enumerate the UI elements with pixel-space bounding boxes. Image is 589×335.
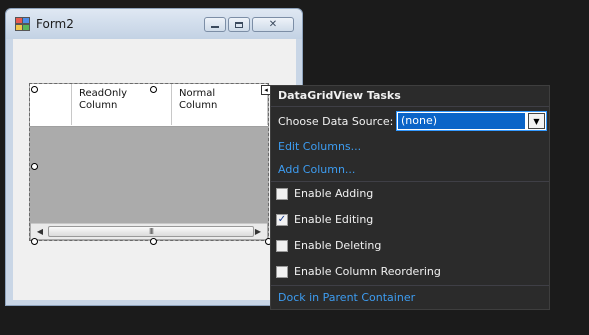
resize-handle[interactable]	[31, 86, 38, 93]
caption-buttons: ✕	[204, 17, 294, 32]
data-grid-view[interactable]: ReadOnly Column Normal Column ◀ III ▶	[29, 83, 269, 241]
maximize-button[interactable]	[228, 17, 250, 32]
checkbox-box[interactable]	[276, 187, 288, 200]
form-title: Form2	[36, 17, 74, 31]
enable-adding-checkbox[interactable]: Enable Adding	[276, 187, 373, 200]
tasks-panel-title: DataGridView Tasks	[278, 89, 401, 102]
checkbox-label: Enable Column Reordering	[294, 265, 441, 278]
checkbox-box[interactable]	[276, 265, 288, 278]
horizontal-scrollbar[interactable]: ◀ III ▶	[31, 223, 267, 239]
column-header-label: Normal	[179, 88, 216, 99]
scroll-right-icon[interactable]: ▶	[251, 224, 265, 239]
column-header-label: Column	[179, 100, 218, 111]
dock-in-parent-link[interactable]: Dock in Parent Container	[278, 291, 415, 304]
enable-column-reordering-checkbox[interactable]: Enable Column Reordering	[276, 265, 441, 278]
datagridview-tasks-panel: DataGridView Tasks Choose Data Source: (…	[270, 85, 550, 310]
resize-handle[interactable]	[150, 238, 157, 245]
scroll-left-icon[interactable]: ◀	[33, 224, 47, 239]
divider	[271, 106, 549, 107]
add-column-link[interactable]: Add Column...	[278, 163, 355, 176]
enable-editing-checkbox[interactable]: ✓ Enable Editing	[276, 213, 373, 226]
chevron-down-icon[interactable]: ▼	[528, 113, 545, 129]
minimize-icon	[205, 18, 225, 31]
close-icon: ✕	[268, 18, 278, 30]
data-source-value: (none)	[398, 113, 525, 129]
checkbox-box[interactable]	[276, 239, 288, 252]
data-source-combobox[interactable]: (none) ▼	[396, 111, 547, 131]
minimize-button[interactable]	[204, 17, 226, 32]
checkbox-label: Enable Deleting	[294, 239, 382, 252]
divider	[271, 181, 549, 182]
form-app-icon	[15, 17, 30, 31]
enable-deleting-checkbox[interactable]: Enable Deleting	[276, 239, 381, 252]
scroll-grip-icon: III	[148, 227, 154, 236]
column-header-normal[interactable]: Normal Column	[172, 84, 268, 125]
edit-columns-link[interactable]: Edit Columns...	[278, 140, 361, 153]
data-source-label: Choose Data Source:	[278, 115, 394, 128]
resize-handle[interactable]	[150, 86, 157, 93]
checkbox-label: Enable Editing	[294, 213, 374, 226]
column-header-readonly[interactable]: ReadOnly Column	[72, 84, 172, 125]
checkmark-icon[interactable]: ✓	[276, 213, 288, 226]
scroll-thumb[interactable]: III	[48, 226, 254, 237]
checkbox-label: Enable Adding	[294, 187, 374, 200]
maximize-icon	[229, 18, 249, 31]
divider	[271, 285, 549, 286]
close-button[interactable]: ✕	[252, 17, 294, 32]
resize-handle[interactable]	[31, 163, 38, 170]
form-titlebar[interactable]: Form2 ✕	[6, 9, 302, 39]
column-header-label: ReadOnly	[79, 88, 128, 99]
grid-header: ReadOnly Column Normal Column	[30, 84, 268, 127]
column-header-label: Column	[79, 100, 118, 111]
resize-handle[interactable]	[31, 238, 38, 245]
